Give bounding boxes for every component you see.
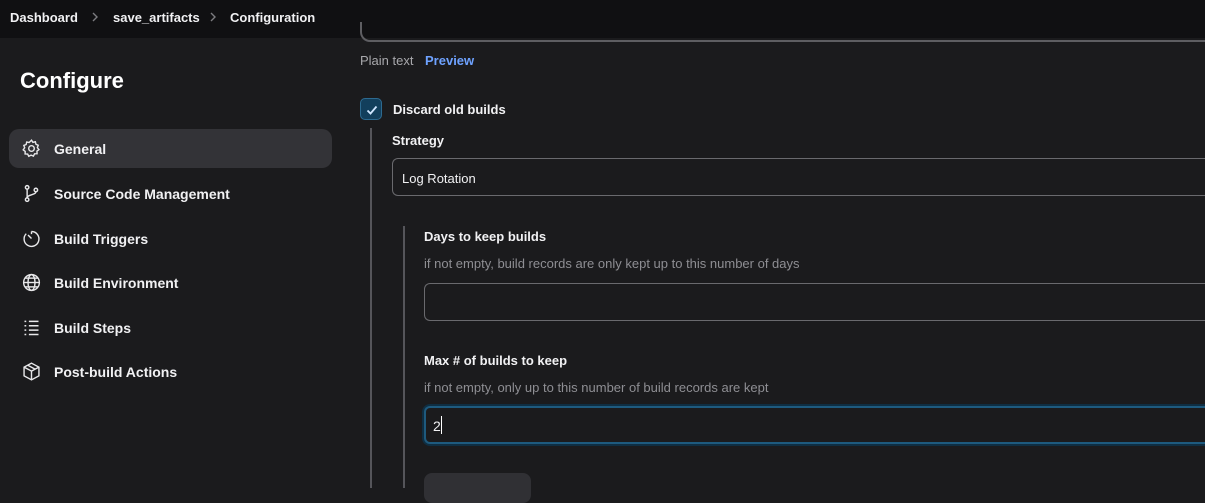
sidebar-item-build-steps[interactable]: Build Steps	[9, 308, 332, 347]
days-to-keep-input[interactable]	[424, 283, 1205, 321]
globe-icon	[22, 273, 41, 292]
sidebar-item-general[interactable]: General	[9, 129, 332, 168]
timer-icon	[23, 230, 40, 248]
checkmark-icon	[366, 105, 378, 115]
max-builds-input[interactable]	[424, 406, 1205, 444]
chevron-right-icon	[92, 12, 98, 22]
strategy-select-value: Log Rotation	[402, 171, 476, 186]
breadcrumb-configuration[interactable]: Configuration	[230, 10, 315, 25]
page-title: Configure	[20, 68, 124, 93]
plain-text-label: Plain text	[360, 53, 414, 68]
section-divider	[370, 128, 372, 488]
strategy-select[interactable]	[392, 158, 1205, 196]
strategy-label: Strategy	[392, 133, 445, 148]
breadcrumb-job[interactable]: save_artifacts	[113, 10, 200, 25]
advanced-button[interactable]	[424, 473, 531, 503]
discard-old-builds-checkbox[interactable]	[360, 98, 382, 120]
list-icon	[24, 320, 39, 336]
chevron-right-icon	[210, 12, 216, 22]
text-caret	[441, 416, 442, 434]
max-builds-value: 2	[433, 418, 441, 434]
discard-old-builds-label: Discard old builds	[393, 102, 506, 117]
sidebar-item-label: Build Steps	[54, 320, 132, 336]
sidebar-item-label: Build Triggers	[54, 231, 149, 247]
package-icon	[23, 362, 40, 381]
sidebar-item-label: Build Environment	[54, 275, 179, 291]
sidebar-item-label: Post-build Actions	[54, 364, 178, 380]
subsection-divider	[403, 226, 405, 488]
gear-icon	[22, 139, 40, 158]
days-to-keep-label: Days to keep builds	[424, 229, 547, 244]
max-builds-label: Max # of builds to keep	[424, 353, 568, 368]
preview-link[interactable]: Preview	[425, 53, 474, 68]
sidebar-item-source-code-management[interactable]: Source Code Management	[9, 174, 332, 213]
breadcrumb-dashboard[interactable]: Dashboard	[10, 10, 78, 25]
description-textarea[interactable]	[360, 22, 1205, 42]
days-to-keep-help: if not empty, build records are only kep…	[424, 256, 800, 271]
sidebar-item-build-triggers[interactable]: Build Triggers	[9, 219, 332, 258]
sidebar-item-label: Source Code Management	[54, 186, 230, 202]
sidebar-item-label: General	[54, 141, 107, 157]
max-builds-help: if not empty, only up to this number of …	[424, 380, 769, 395]
sidebar-item-build-environment[interactable]: Build Environment	[9, 263, 332, 302]
sidebar-item-post-build-actions[interactable]: Post-build Actions	[9, 352, 332, 391]
branch-icon	[24, 184, 39, 203]
